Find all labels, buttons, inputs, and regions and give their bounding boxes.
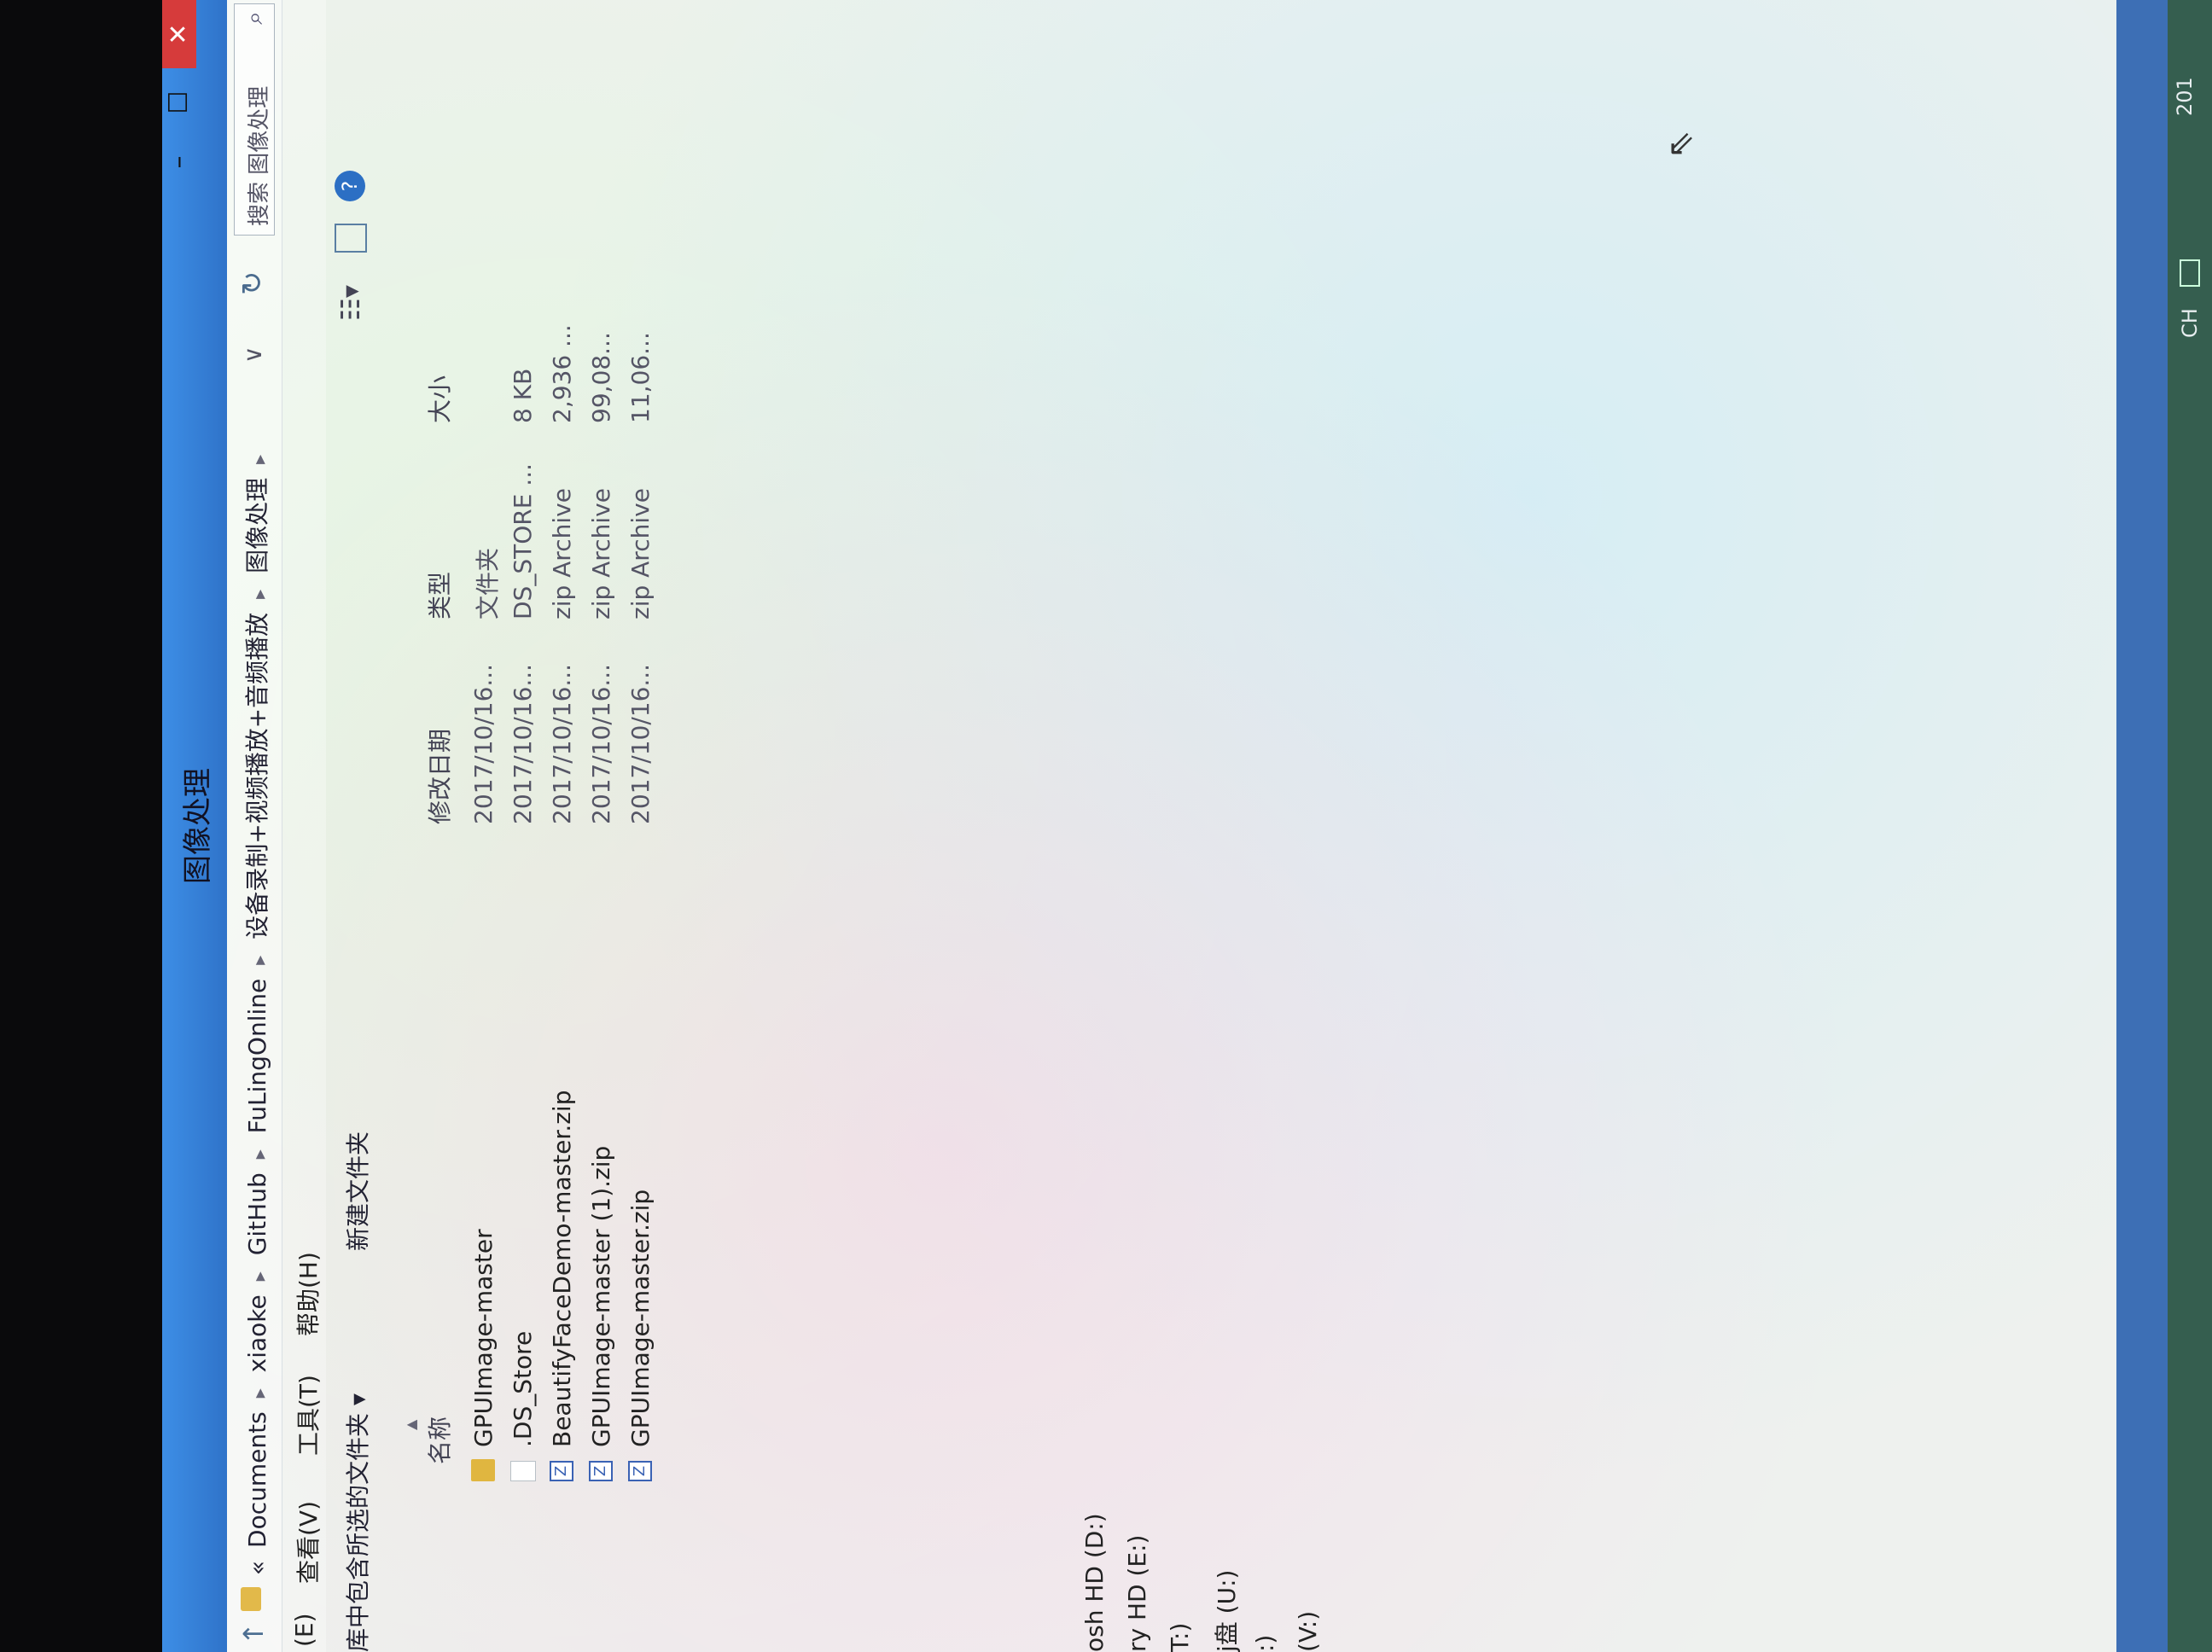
folder-icon xyxy=(471,1459,495,1481)
search-input[interactable]: 搜索 图像处理 ⌕ xyxy=(234,3,275,236)
chevron-down-icon[interactable]: ∨ xyxy=(239,346,267,364)
screen: 图像处理 – ☐ ✕ ↑ « Documents ▸ xiaoke ▸ GitHub… xyxy=(0,0,2212,1652)
column-header-name[interactable]: 名称 xyxy=(422,1416,456,1464)
window-title: 图像处理 xyxy=(181,768,215,884)
file-row[interactable]: Z BeautifyFaceDemo-master.zip 2017/10/16… xyxy=(544,201,582,1481)
zip-icon: Z xyxy=(628,1461,652,1481)
file-date: 2017/10/16... xyxy=(469,663,498,824)
menu-tools[interactable]: 工具(T) xyxy=(290,1375,324,1456)
file-name: .DS_Store xyxy=(509,1330,537,1447)
chevron-right-icon[interactable]: ▸ xyxy=(249,1388,271,1398)
sidebar-drive[interactable]: osh HD (D:) xyxy=(1080,1513,1109,1652)
breadcrumb-image-processing[interactable]: 图像处理 xyxy=(243,478,271,573)
column-header-row: ▲ 名称 修改日期 类型 大小 xyxy=(403,116,459,1481)
minimize-button[interactable]: – xyxy=(162,137,196,188)
breadcrumb-github[interactable]: GitHub xyxy=(243,1172,271,1255)
file-date: 2017/10/16... xyxy=(509,663,537,824)
chevron-right-icon[interactable]: ▸ xyxy=(249,590,271,599)
address-bar[interactable]: ↑ « Documents ▸ xiaoke ▸ GitHub ▸ FuLingOnl… xyxy=(227,0,282,1652)
chevron-right-icon[interactable]: ▸ xyxy=(249,1149,271,1159)
breadcrumb-xiaoke[interactable]: xiaoke xyxy=(243,1294,271,1372)
breadcrumb-fulingonline[interactable]: FuLingOnline xyxy=(243,979,271,1134)
keyboard-icon[interactable] xyxy=(2180,259,2200,287)
menu-bar: (E) 查看(V) 工具(T) 帮助(H) xyxy=(282,0,326,1652)
sort-ascending-icon: ▲ xyxy=(403,1419,419,1430)
clock[interactable]: 201 xyxy=(2173,77,2197,116)
file-row[interactable]: Z GPUImage-master.zip 2017/10/16... zip … xyxy=(623,201,661,1481)
refresh-icon[interactable]: ↻ xyxy=(236,271,270,296)
file-size: 99,08... xyxy=(587,332,615,423)
close-button[interactable]: ✕ xyxy=(162,0,196,68)
search-icon[interactable]: ⌕ xyxy=(240,11,269,25)
menu-edit[interactable]: (E) xyxy=(290,1613,318,1647)
title-bar[interactable]: 图像处理 – ☐ ✕ xyxy=(162,0,227,1652)
file-size: 8 KB xyxy=(509,368,537,423)
help-icon[interactable]: ? xyxy=(335,171,365,201)
breadcrumb: « Documents ▸ xiaoke ▸ GitHub ▸ FuLingOnlin… xyxy=(239,446,273,1575)
sidebar-drive[interactable]: T:) xyxy=(1166,1623,1194,1652)
navigation-pane: osh HD (D:) ry HD (E:) T:) j盘 (U:) :) (V… xyxy=(381,1481,2116,1652)
command-bar: 库中包含所选的文件夹 ▾ 新建文件夹 ☷▾ ? xyxy=(326,0,381,1652)
preview-pane-icon[interactable] xyxy=(335,224,367,253)
new-folder-button[interactable]: 新建文件夹 xyxy=(340,1131,374,1251)
column-header-size[interactable]: 大小 xyxy=(422,375,456,423)
chevron-right-icon[interactable]: ▸ xyxy=(249,1271,271,1281)
sidebar-drive[interactable]: ry HD (E:) xyxy=(1123,1535,1151,1652)
file-type: zip Archive xyxy=(548,488,576,620)
view-options-icon[interactable]: ☷▾ xyxy=(336,285,366,321)
file-list: ▲ 名称 修改日期 类型 大小 GPUImage-master 2017/10/… xyxy=(381,0,2116,1481)
breadcrumb-documents[interactable]: Documents xyxy=(243,1411,271,1548)
file-date: 2017/10/16... xyxy=(587,663,615,824)
file-icon xyxy=(510,1461,536,1481)
chevron-right-icon[interactable]: ▸ xyxy=(249,956,271,965)
language-indicator[interactable]: CH xyxy=(2178,308,2202,338)
mouse-cursor-icon: ⇖ xyxy=(1661,130,1700,159)
zip-icon: Z xyxy=(550,1461,573,1481)
menu-view[interactable]: 查看(V) xyxy=(290,1501,324,1584)
menu-help[interactable]: 帮助(H) xyxy=(290,1252,324,1336)
breadcrumb-device-recording[interactable]: 设备录制+视频播放+音频播放 xyxy=(243,613,271,939)
folder-icon xyxy=(241,1587,261,1611)
up-arrow-icon[interactable]: ↑ xyxy=(237,1622,270,1645)
file-date: 2017/10/16... xyxy=(548,663,576,824)
file-row[interactable]: Z GPUImage-master (1).zip 2017/10/16... … xyxy=(584,201,621,1481)
chevron-right-icon[interactable]: ▸ xyxy=(249,455,271,464)
file-type: DS_STORE ... xyxy=(509,463,537,620)
file-size: 2,936 ... xyxy=(548,324,576,423)
file-type: 文件夹 xyxy=(474,547,502,620)
sidebar-drive[interactable]: (V:) xyxy=(1294,1611,1322,1652)
file-row[interactable]: .DS_Store 2017/10/16... DS_STORE ... 8 K… xyxy=(505,201,543,1481)
breadcrumb-overflow[interactable]: « xyxy=(243,1561,271,1575)
sidebar-drive[interactable]: :) xyxy=(1251,1635,1279,1652)
file-name: BeautifyFaceDemo-master.zip xyxy=(548,1090,576,1447)
file-name: GPUImage-master (1).zip xyxy=(587,1145,615,1447)
explorer-window: 图像处理 – ☐ ✕ ↑ « Documents ▸ xiaoke ▸ GitHub… xyxy=(162,0,2116,1652)
column-header-type[interactable]: 类型 xyxy=(422,572,456,620)
zip-icon: Z xyxy=(589,1461,613,1481)
include-in-library-button[interactable]: 库中包含所选的文件夹 ▾ xyxy=(340,1393,374,1652)
file-name: GPUImage-master.zip xyxy=(626,1189,655,1447)
maximize-button[interactable]: ☐ xyxy=(162,77,196,128)
sidebar-drive[interactable]: j盘 (U:) xyxy=(1208,1570,1243,1652)
desktop-background xyxy=(0,0,171,1652)
file-date: 2017/10/16... xyxy=(626,663,655,824)
search-placeholder: 搜索 图像处理 xyxy=(247,85,272,226)
file-type: zip Archive xyxy=(587,488,615,620)
file-size: 11,06... xyxy=(626,332,655,423)
file-type: zip Archive xyxy=(626,488,655,620)
file-name: GPUImage-master xyxy=(469,1229,498,1447)
window-frame-bottom xyxy=(2116,0,2168,1652)
column-header-date[interactable]: 修改日期 xyxy=(422,729,456,824)
file-row[interactable]: GPUImage-master 2017/10/16... 文件夹 xyxy=(466,201,504,1481)
taskbar: CH 201 xyxy=(2168,0,2212,1652)
